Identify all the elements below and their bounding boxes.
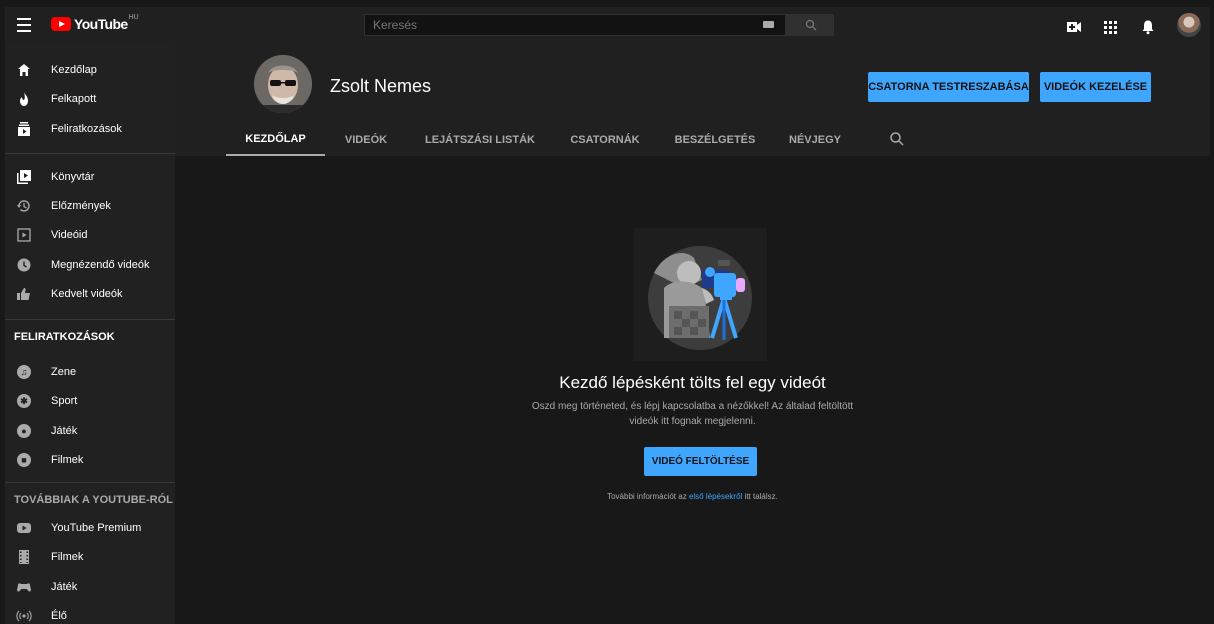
tab-videos[interactable]: VIDEÓK <box>341 123 391 156</box>
channel-empty-state: Kezdő lépésként tölts fel egy videót Osz… <box>175 156 1210 624</box>
sidebar-item-liked-videos[interactable]: Kedvelt videók <box>5 279 175 308</box>
watch-later-icon <box>17 258 31 271</box>
empty-state-description: Oszd meg történeted, és lépj kapcsolatba… <box>531 401 854 427</box>
tab-about[interactable]: NÉVJEGY <box>789 123 841 156</box>
sidebar-item-music[interactable]: ♫ Zene <box>5 357 175 386</box>
more-info-text: További információt az első lépésekről i… <box>175 492 1210 501</box>
manage-videos-button[interactable]: VIDEÓK KEZELÉSE <box>1040 72 1151 102</box>
sidebar-divider <box>5 153 175 154</box>
music-icon: ♫ <box>17 364 31 379</box>
sidebar-item-label: Játék <box>51 580 78 593</box>
liked-icon <box>17 287 30 300</box>
customize-channel-button[interactable]: CSATORNA TESTRESZABÁSA <box>868 72 1029 102</box>
notifications-bell-icon[interactable] <box>1140 19 1156 35</box>
sidebar-item-gaming[interactable]: ● Játék <box>5 416 175 445</box>
sidebar-item-label: Felkapott <box>51 92 97 105</box>
movies-icon: ■ <box>17 452 31 467</box>
subscriptions-icon <box>18 121 30 136</box>
keyboard-icon[interactable] <box>763 21 774 28</box>
upload-video-button[interactable]: VIDEÓ FELTÖLTÉSE <box>644 447 757 476</box>
search-box <box>364 14 786 36</box>
sidebar-item-label: Zene <box>51 365 77 378</box>
more-info-prefix: További információt az <box>607 492 689 501</box>
sidebar-divider <box>5 482 175 483</box>
youtube-play-icon <box>51 17 71 31</box>
library-icon <box>17 169 31 184</box>
search-icon <box>805 19 817 31</box>
channel-avatar <box>254 55 312 113</box>
empty-state-title: Kezdő lépésként tölts fel egy videót <box>559 373 826 392</box>
sidebar-item-subscriptions[interactable]: Feliratkozások <box>5 114 175 143</box>
sidebar-item-your-videos[interactable]: Videóid <box>5 220 175 249</box>
sport-icon: ✱ <box>17 393 31 408</box>
sidebar-item-label: Kedvelt videók <box>51 287 123 300</box>
channel-name: Zsolt Nemes <box>330 76 432 96</box>
search-button[interactable] <box>786 14 834 36</box>
sidebar-item-live[interactable]: Élő <box>5 601 175 624</box>
sidebar-item-label: Játék <box>51 424 78 437</box>
sidebar-item-films[interactable]: Filmek <box>5 542 175 571</box>
tab-channels[interactable]: CSATORNÁK <box>570 123 640 156</box>
apps-grid-icon[interactable] <box>1102 19 1118 35</box>
sidebar-item-trending[interactable]: Felkapott <box>5 84 175 113</box>
trending-icon <box>20 91 28 106</box>
menu-icon[interactable] <box>17 18 31 34</box>
account-avatar[interactable] <box>1177 13 1201 37</box>
channel-tabs: KEZDŐLAP VIDEÓK LEJÁTSZÁSI LISTÁK CSATOR… <box>175 123 1210 156</box>
your-videos-icon <box>17 227 31 242</box>
sidebar-item-label: Feliratkozások <box>51 122 122 135</box>
tab-discussion[interactable]: BESZÉLGETÉS <box>675 123 756 156</box>
history-icon <box>17 199 30 212</box>
sidebar-item-library[interactable]: Könyvtár <box>5 162 175 191</box>
sidebar-item-youtube-premium[interactable]: YouTube Premium <box>5 513 175 542</box>
sidebar-item-label: Filmek <box>51 550 84 563</box>
more-info-suffix: itt találsz. <box>742 492 778 501</box>
channel-avatar-photo <box>254 55 312 113</box>
youtube-window: YouTube HU Kezdőlap Felkapott <box>5 7 1210 624</box>
sidebar-item-label: Könyvtár <box>51 170 95 183</box>
getting-started-link[interactable]: első lépésekről <box>689 492 742 501</box>
masthead: YouTube HU <box>5 7 1210 45</box>
subscriptions-header: FELIRATKOZÁSOK <box>14 331 115 343</box>
guide-sidebar: Kezdőlap Felkapott Feliratkozások Könyvt… <box>5 45 175 624</box>
live-icon <box>16 610 32 621</box>
sidebar-item-label: Megnézendő videók <box>51 258 150 271</box>
gaming-icon: ● <box>17 423 31 438</box>
channel-header: Zsolt Nemes CSATORNA TESTRESZABÁSA VIDEÓ… <box>175 45 1210 156</box>
film-strip-icon <box>19 549 29 564</box>
tab-home[interactable]: KEZDŐLAP <box>226 123 325 156</box>
search-input[interactable] <box>365 15 768 35</box>
sidebar-item-sport[interactable]: ✱ Sport <box>5 386 175 415</box>
videographer-icon <box>648 246 752 350</box>
more-from-youtube-header: TOVÁBBIAK A YOUTUBE-RÓL <box>14 494 173 506</box>
sidebar-item-label: Sport <box>51 394 78 407</box>
sidebar-item-label: Videóid <box>51 228 88 241</box>
sidebar-divider <box>5 319 175 320</box>
channel-search-icon[interactable] <box>889 131 905 147</box>
youtube-premium-icon <box>17 522 31 533</box>
sidebar-item-home[interactable]: Kezdőlap <box>5 55 175 84</box>
sidebar-item-label: Előzmények <box>51 199 111 212</box>
sidebar-item-label: Kezdőlap <box>51 63 97 76</box>
sidebar-item-label: Filmek <box>51 453 84 466</box>
sidebar-item-gaming-more[interactable]: Játék <box>5 572 175 601</box>
sidebar-item-movies[interactable]: ■ Filmek <box>5 445 175 474</box>
home-icon <box>18 63 30 76</box>
logo-country-code: HU <box>128 14 139 21</box>
sidebar-item-label: YouTube Premium <box>51 521 142 534</box>
youtube-logo[interactable]: YouTube HU <box>51 14 139 32</box>
sidebar-item-label: Élő <box>51 609 67 622</box>
sidebar-item-history[interactable]: Előzmények <box>5 191 175 220</box>
tab-playlists[interactable]: LEJÁTSZÁSI LISTÁK <box>425 123 535 156</box>
logo-text: YouTube <box>74 16 128 32</box>
sidebar-item-watch-later[interactable]: Megnézendő videók <box>5 250 175 279</box>
camera-person-illustration <box>634 228 767 361</box>
create-video-icon[interactable] <box>1066 19 1082 35</box>
gamepad-icon <box>17 582 31 592</box>
